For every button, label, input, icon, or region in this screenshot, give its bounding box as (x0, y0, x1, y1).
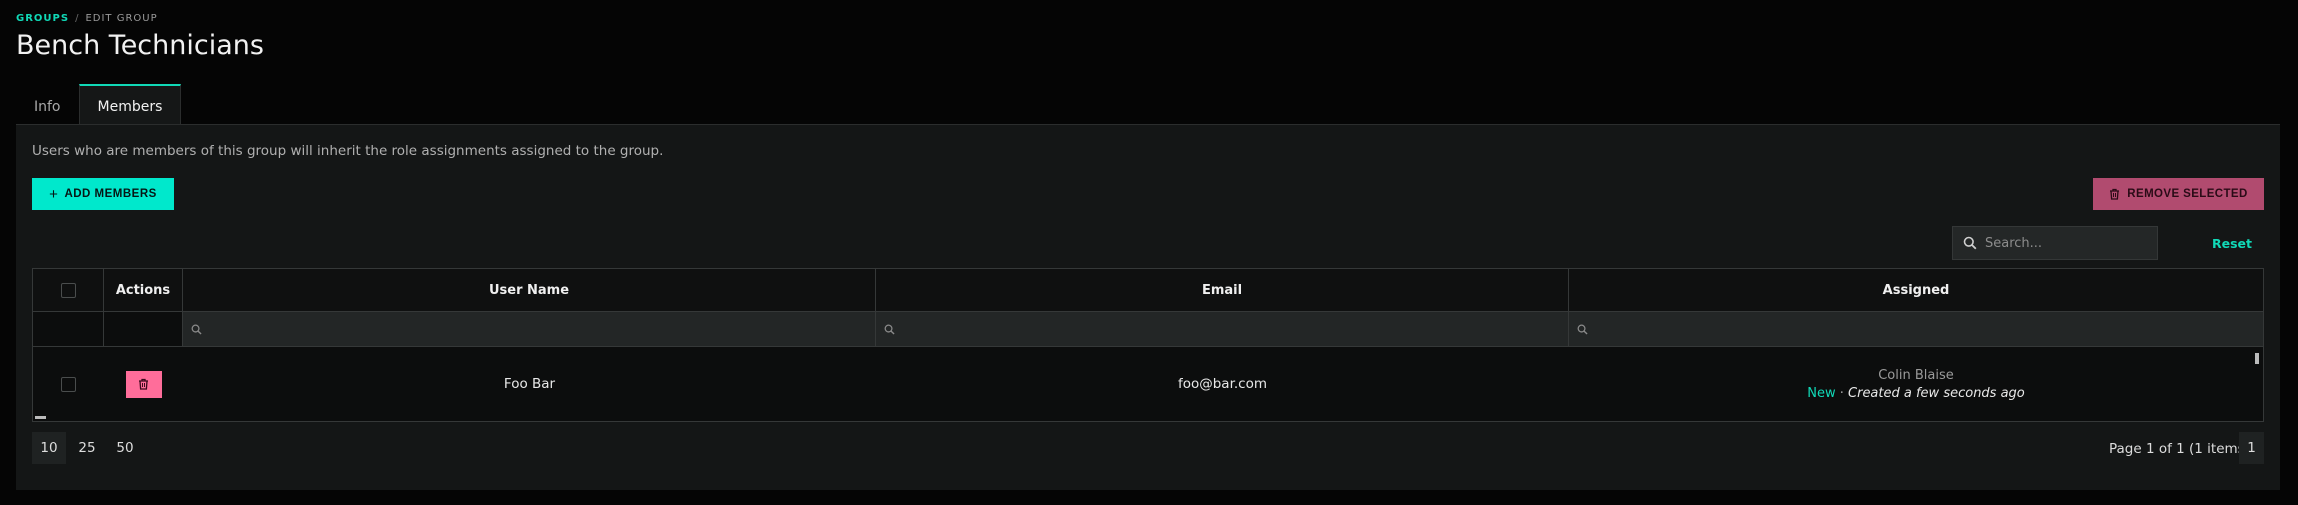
row-select-cell (33, 347, 104, 421)
remove-selected-label: REMOVE SELECTED (2127, 188, 2248, 200)
column-header-user-name[interactable]: User Name (183, 269, 876, 311)
assigned-filter[interactable] (1569, 312, 2263, 346)
created-timestamp: Created a few seconds ago (1848, 385, 2025, 401)
page-size-selector: 10 25 50 (32, 432, 142, 464)
tab-members[interactable]: Members (78, 84, 182, 124)
status-badge: New (1807, 385, 1836, 401)
filter-empty-cell (104, 312, 183, 346)
page-size-10[interactable]: 10 (32, 432, 66, 464)
user-name-cell: Foo Bar (503, 376, 556, 392)
page-info: Page 1 of 1 (1 items) (2109, 441, 2250, 457)
trash-icon (2110, 188, 2120, 200)
page-title: Bench Technicians (16, 30, 264, 61)
search-input[interactable] (1985, 235, 2135, 251)
tab-bar: Info Members (16, 84, 182, 124)
select-all-checkbox[interactable] (60, 282, 76, 298)
add-members-button[interactable]: + ADD MEMBERS (32, 178, 174, 210)
header-select-cell (33, 269, 104, 311)
row-actions-cell (104, 347, 183, 421)
column-header-assigned[interactable]: Assigned (1569, 269, 2263, 311)
add-members-label: ADD MEMBERS (64, 188, 157, 200)
column-header-actions: Actions (104, 269, 183, 311)
members-panel: Users who are members of this group will… (16, 124, 2280, 490)
search-icon (1577, 324, 1588, 335)
column-header-email[interactable]: Email (876, 269, 1569, 311)
vertical-scrollbar[interactable] (2255, 353, 2259, 364)
assigned-by: Colin Blaise (1878, 367, 1954, 383)
page-size-25[interactable]: 25 (70, 432, 104, 464)
search-icon (1963, 236, 1977, 250)
row-checkbox[interactable] (61, 376, 76, 392)
search-field[interactable] (1952, 226, 2158, 260)
trash-icon (139, 378, 148, 390)
table-row[interactable]: Foo Bar foo@bar.com Colin Blaise New · C… (33, 347, 2263, 421)
assignment-status: New · Created a few seconds ago (1807, 386, 2025, 401)
breadcrumb-current: EDIT GROUP (85, 13, 158, 24)
search-icon (191, 324, 202, 335)
tab-info[interactable]: Info (16, 84, 79, 124)
table-filter-row (33, 312, 2263, 347)
page-size-50[interactable]: 50 (108, 432, 142, 464)
members-description: Users who are members of this group will… (32, 143, 664, 159)
page-button-1[interactable]: 1 (2239, 432, 2264, 464)
horizontal-scrollbar[interactable] (35, 416, 46, 419)
search-icon (884, 324, 895, 335)
table-header-row: Actions User Name Email Assigned (33, 269, 2263, 312)
breadcrumb-separator: / (75, 13, 80, 24)
plus-icon: + (49, 185, 59, 203)
filter-empty-cell (33, 312, 104, 346)
email-cell: foo@bar.com (1177, 376, 1268, 392)
user-name-filter[interactable] (183, 312, 876, 346)
email-filter[interactable] (876, 312, 1569, 346)
breadcrumb-groups-link[interactable]: GROUPS (16, 13, 69, 24)
members-table: Actions User Name Email Assigned Foo Bar… (32, 268, 2264, 422)
delete-member-button[interactable] (125, 370, 162, 398)
status-separator: · (1839, 385, 1844, 401)
breadcrumb: GROUPS / EDIT GROUP (16, 13, 158, 24)
reset-link[interactable]: Reset (2212, 236, 2252, 251)
assigned-cell: Colin Blaise New · Created a few seconds… (1569, 347, 2263, 421)
remove-selected-button[interactable]: REMOVE SELECTED (2093, 178, 2264, 210)
